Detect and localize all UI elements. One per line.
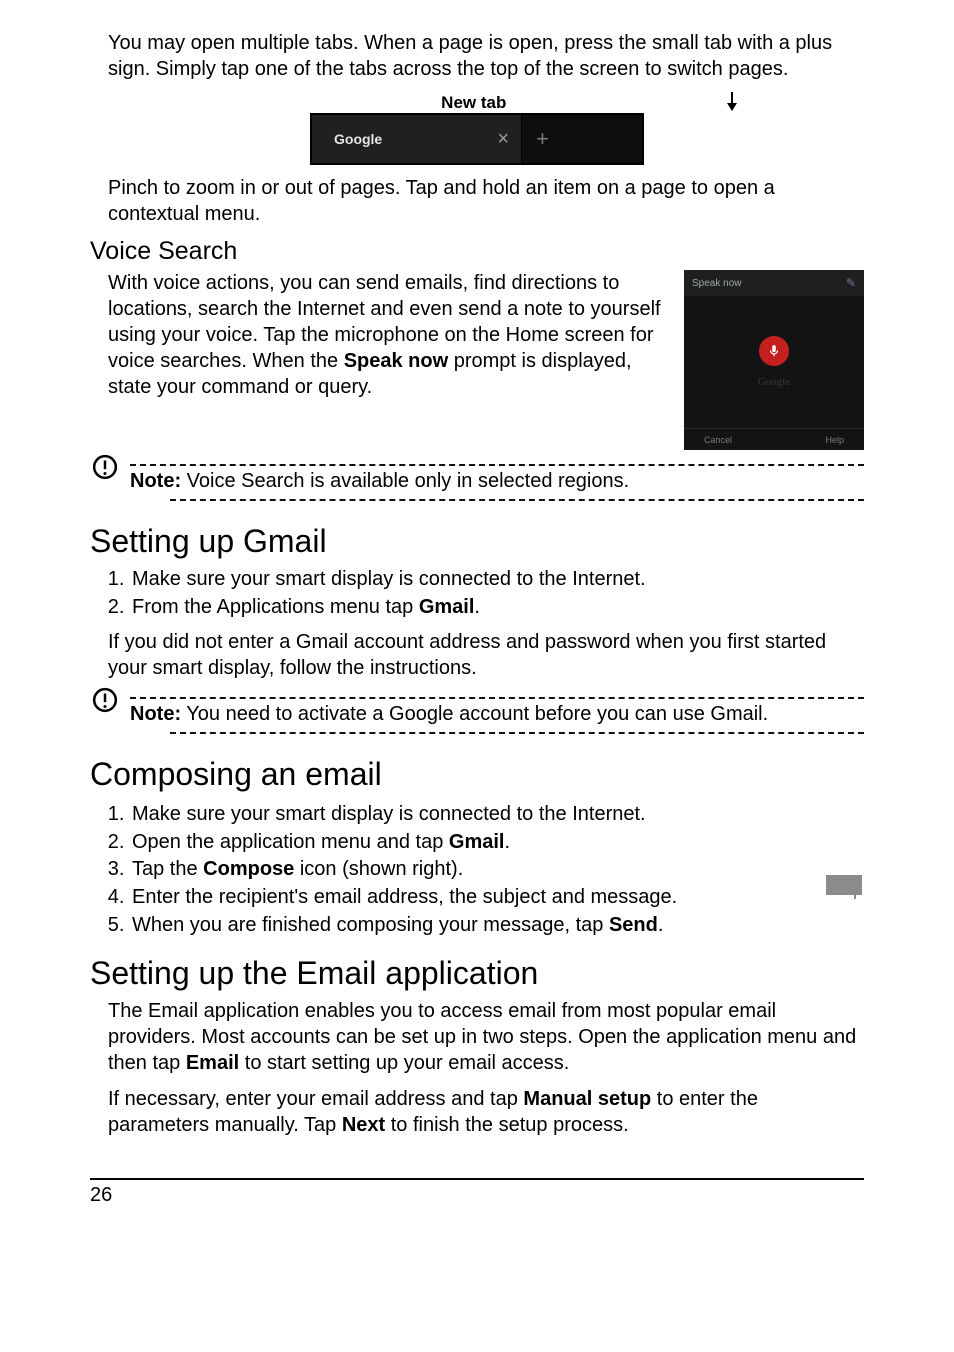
- text: When you are finished composing your mes…: [132, 914, 609, 936]
- heading-composing-email: Composing an email: [90, 756, 864, 793]
- cancel-label: Cancel: [704, 435, 732, 445]
- text-bold: Manual setup: [523, 1088, 651, 1110]
- alert-icon: [92, 454, 118, 480]
- text: to finish the setup process.: [385, 1114, 628, 1136]
- text-bold: Email: [186, 1052, 239, 1074]
- figure-voice-search: Speak now ✎ Google Cancel Help: [684, 270, 864, 450]
- new-tab-callout-label: New tab: [441, 93, 506, 113]
- google-brand-label: Google: [758, 376, 790, 388]
- note-text: You need to activate a Google account be…: [181, 703, 768, 725]
- list-item: When you are finished composing your mes…: [130, 912, 804, 940]
- text: .: [504, 831, 510, 853]
- paragraph-tabs: You may open multiple tabs. When a page …: [108, 30, 864, 82]
- help-label: Help: [825, 435, 844, 445]
- text: If necessary, enter your email address a…: [108, 1088, 523, 1110]
- new-tab-button: +: [522, 115, 642, 163]
- arrow-down-icon: [731, 92, 733, 110]
- paragraph-gmail-follow: If you did not enter a Gmail account add…: [108, 629, 864, 681]
- figure-new-tab: New tab Google × +: [90, 92, 864, 165]
- text: .: [474, 596, 480, 618]
- heading-setting-up-email-app: Setting up the Email application: [90, 955, 864, 992]
- text: Tap the: [132, 858, 203, 880]
- heading-voice-search: Voice Search: [90, 237, 864, 266]
- close-icon: ×: [497, 128, 509, 151]
- paragraph-pinch: Pinch to zoom in or out of pages. Tap an…: [108, 175, 864, 227]
- microphone-icon: [759, 336, 789, 366]
- text: to start setting up your email access.: [239, 1052, 569, 1074]
- text-bold: Gmail: [419, 596, 475, 618]
- note-text: Voice Search is available only in select…: [181, 470, 629, 492]
- compose-steps: Make sure your smart display is connecte…: [130, 801, 804, 939]
- text-bold: Gmail: [449, 831, 505, 853]
- list-item: Make sure your smart display is connecte…: [130, 801, 804, 829]
- pencil-icon: ✎: [846, 276, 856, 290]
- note-gmail-activate: Note: You need to activate a Google acco…: [90, 691, 864, 742]
- text: From the Applications menu tap: [132, 596, 419, 618]
- compose-icon: [824, 869, 864, 901]
- note-bold: Note:: [130, 703, 181, 725]
- plus-icon: +: [536, 126, 549, 152]
- paragraph-voice: With voice actions, you can send emails,…: [108, 270, 666, 400]
- text-bold: Send: [609, 914, 658, 936]
- speak-now-label: Speak now: [692, 278, 741, 289]
- list-item: From the Applications menu tap Gmail.: [130, 594, 864, 622]
- tab-title: Google: [334, 131, 382, 147]
- page-number: 26: [90, 1180, 864, 1207]
- paragraph-manual-setup: If necessary, enter your email address a…: [108, 1086, 864, 1138]
- list-item: Open the application menu and tap Gmail.: [130, 829, 804, 857]
- browser-tab-google: Google ×: [312, 115, 522, 163]
- text: Open the application menu and tap: [132, 831, 449, 853]
- browser-tabbar: Google × +: [312, 115, 642, 163]
- note-voice-region: Note: Voice Search is available only in …: [90, 458, 864, 509]
- document-page: You may open multiple tabs. When a page …: [0, 0, 954, 1227]
- list-item: Tap the Compose icon (shown right).: [130, 856, 804, 884]
- paragraph-email-app: The Email application enables you to acc…: [108, 998, 864, 1076]
- heading-setting-up-gmail: Setting up Gmail: [90, 523, 864, 560]
- text-bold: Speak now: [344, 350, 448, 372]
- text-bold: Next: [342, 1114, 385, 1136]
- list-item: Enter the recipient's email address, the…: [130, 884, 804, 912]
- alert-icon: [92, 687, 118, 713]
- gmail-steps: Make sure your smart display is connecte…: [130, 566, 864, 621]
- text-bold: Compose: [203, 858, 294, 880]
- list-item: Make sure your smart display is connecte…: [130, 566, 864, 594]
- note-bold: Note:: [130, 470, 181, 492]
- text: .: [658, 914, 664, 936]
- text: icon (shown right).: [294, 858, 463, 880]
